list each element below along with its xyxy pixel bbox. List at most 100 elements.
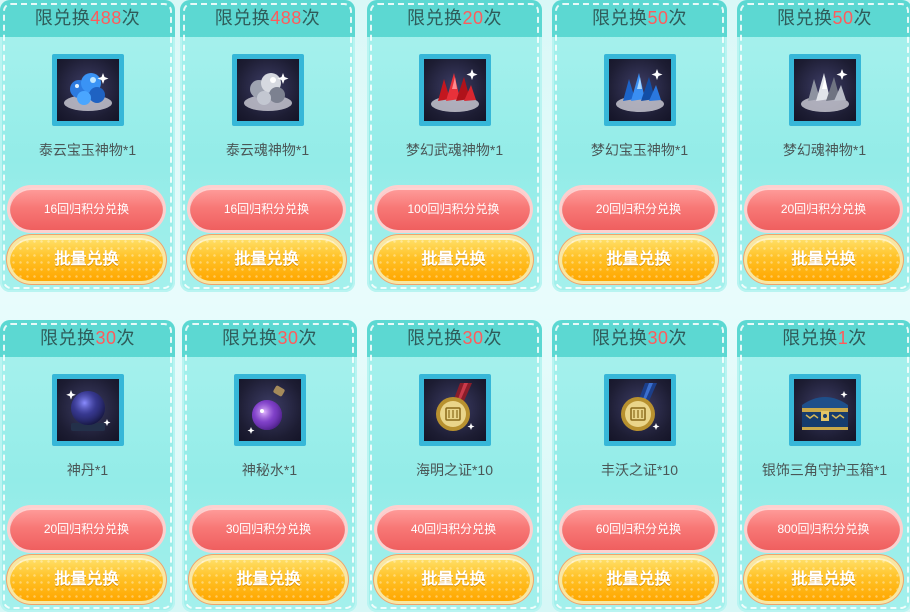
- limit-header: 限兑换30次: [0, 320, 175, 357]
- limit-suffix: 次: [116, 328, 136, 348]
- limit-header: 限兑换50次: [737, 0, 910, 37]
- exchange-card: 限兑换30次 神丹*1 20回归积分兑换 批量兑换: [0, 320, 175, 612]
- exchange-card: 限兑换50次 梦幻宝玉神物*1 20回归积分兑换 批量兑换: [552, 0, 727, 292]
- limit-prefix: 限兑换: [34, 8, 91, 28]
- bulk-exchange-button[interactable]: 批量兑换: [747, 238, 900, 281]
- limit-count: 50: [647, 8, 669, 28]
- limit-count: 20: [462, 8, 484, 28]
- points-exchange-button[interactable]: 16回归积分兑换: [190, 188, 343, 230]
- limit-count: 50: [832, 8, 854, 28]
- blue-gem-cluster-icon: [56, 59, 119, 121]
- limit-prefix: 限兑换: [406, 328, 463, 348]
- bulk-exchange-button[interactable]: 批量兑换: [562, 238, 715, 281]
- item-name: 银饰三角守护玉箱*1: [761, 462, 888, 478]
- item-name: 梦幻武魂神物*1: [405, 142, 504, 158]
- exchange-card: 限兑换20次 梦幻武魂神物*1 100回归积分兑换 批量兑换: [367, 0, 542, 292]
- limit-header: 限兑换50次: [552, 0, 727, 37]
- exchange-card: 限兑换30次 神秘水*1 30回归积分兑换 批量兑换: [182, 320, 357, 612]
- points-exchange-button[interactable]: 40回归积分兑换: [377, 508, 530, 550]
- points-exchange-button[interactable]: 20回归积分兑换: [747, 188, 900, 230]
- limit-suffix: 次: [301, 8, 321, 28]
- item-name: 泰云魂神物*1: [225, 142, 310, 158]
- item-name: 海明之证*10: [415, 462, 494, 478]
- bulk-exchange-button[interactable]: 批量兑换: [377, 558, 530, 601]
- item-name: 神秘水*1: [241, 462, 298, 478]
- item-slot[interactable]: [231, 54, 304, 126]
- limit-suffix: 次: [483, 8, 503, 28]
- bulk-exchange-label: 批量兑换: [421, 251, 486, 268]
- exchange-card: 限兑换1次 银饰三角守护玉箱*1 800回归积分兑换 批量兑换: [737, 320, 910, 612]
- bulk-exchange-label: 批量兑换: [234, 251, 299, 268]
- treasure-chest-icon: [793, 379, 856, 441]
- bulk-exchange-label: 批量兑换: [606, 251, 671, 268]
- points-exchange-button[interactable]: 30回归积分兑换: [192, 508, 345, 550]
- exchange-card: 限兑换488次 泰云宝玉神物*1 16回归积分兑换 批量兑换: [0, 0, 175, 292]
- exchange-grid: 限兑换488次 泰云宝玉神物*1 16回归积分兑换 批量兑换 限兑换488次 泰…: [0, 0, 910, 612]
- bulk-exchange-button[interactable]: 批量兑换: [562, 558, 715, 601]
- item-slot[interactable]: [51, 54, 124, 126]
- bulk-exchange-label: 批量兑换: [791, 571, 856, 588]
- item-slot[interactable]: [603, 54, 676, 126]
- limit-count: 1: [837, 328, 849, 348]
- item-slot[interactable]: [788, 54, 861, 126]
- bulk-exchange-button[interactable]: 批量兑换: [190, 238, 343, 281]
- exchange-card: 限兑换30次 丰沃之证*10 60回归积分兑换 批量兑换: [552, 320, 727, 612]
- item-slot[interactable]: [788, 374, 861, 446]
- silver-gem-cluster-icon: [236, 59, 299, 121]
- limit-header: 限兑换30次: [552, 320, 727, 357]
- limit-prefix: 限兑换: [221, 328, 278, 348]
- bulk-exchange-button[interactable]: 批量兑换: [10, 558, 163, 601]
- limit-count: 30: [647, 328, 669, 348]
- bulk-exchange-button[interactable]: 批量兑换: [377, 238, 530, 281]
- item-slot[interactable]: [418, 54, 491, 126]
- red-crystal-cluster-icon: [423, 59, 486, 121]
- item-name: 泰云宝玉神物*1: [38, 142, 137, 158]
- item-name: 丰沃之证*10: [600, 462, 679, 478]
- limit-count: 488: [270, 8, 302, 28]
- item-name: 梦幻宝玉神物*1: [590, 142, 689, 158]
- exchange-card: 限兑换30次 海明之证*10 40回归积分兑换 批量兑换: [367, 320, 542, 612]
- bulk-exchange-label: 批量兑换: [236, 571, 301, 588]
- limit-header: 限兑换1次: [737, 320, 910, 357]
- limit-prefix: 限兑换: [782, 328, 838, 348]
- item-slot[interactable]: [233, 374, 306, 446]
- limit-suffix: 次: [483, 328, 503, 348]
- dark-orb-icon: [56, 379, 119, 441]
- limit-suffix: 次: [668, 8, 688, 28]
- limit-suffix: 次: [298, 328, 318, 348]
- item-slot[interactable]: [418, 374, 491, 446]
- points-exchange-button[interactable]: 20回归积分兑换: [10, 508, 163, 550]
- points-exchange-button[interactable]: 16回归积分兑换: [10, 188, 163, 230]
- points-exchange-button[interactable]: 100回归积分兑换: [377, 188, 530, 230]
- limit-count: 30: [277, 328, 299, 348]
- bulk-exchange-label: 批量兑换: [791, 251, 856, 268]
- bulk-exchange-label: 批量兑换: [54, 251, 119, 268]
- points-exchange-button[interactable]: 800回归积分兑换: [747, 508, 900, 550]
- limit-header: 限兑换488次: [180, 0, 355, 37]
- limit-count: 488: [90, 8, 122, 28]
- bulk-exchange-button[interactable]: 批量兑换: [10, 238, 163, 281]
- limit-count: 30: [95, 328, 117, 348]
- bulk-exchange-label: 批量兑换: [606, 571, 671, 588]
- limit-prefix: 限兑换: [591, 328, 648, 348]
- exchange-card: 限兑换488次 泰云魂神物*1 16回归积分兑换 批量兑换: [180, 0, 355, 292]
- limit-suffix: 次: [668, 328, 688, 348]
- item-slot[interactable]: [603, 374, 676, 446]
- limit-header: 限兑换30次: [182, 320, 357, 357]
- item-name: 梦幻魂神物*1: [782, 142, 867, 158]
- limit-prefix: 限兑换: [776, 8, 833, 28]
- limit-prefix: 限兑换: [39, 328, 96, 348]
- limit-prefix: 限兑换: [214, 8, 271, 28]
- bulk-exchange-button[interactable]: 批量兑换: [747, 558, 900, 601]
- bulk-exchange-button[interactable]: 批量兑换: [192, 558, 345, 601]
- limit-header: 限兑换30次: [367, 320, 542, 357]
- blue-medal-icon: [608, 379, 671, 441]
- points-exchange-button[interactable]: 60回归积分兑换: [562, 508, 715, 550]
- silver-crystal-cluster-icon: [793, 59, 856, 121]
- points-exchange-button[interactable]: 20回归积分兑换: [562, 188, 715, 230]
- limit-count: 30: [462, 328, 484, 348]
- limit-prefix: 限兑换: [406, 8, 463, 28]
- limit-header: 限兑换488次: [0, 0, 175, 37]
- exchange-card: 限兑换50次 梦幻魂神物*1 20回归积分兑换 批量兑换: [737, 0, 910, 292]
- item-slot[interactable]: [51, 374, 124, 446]
